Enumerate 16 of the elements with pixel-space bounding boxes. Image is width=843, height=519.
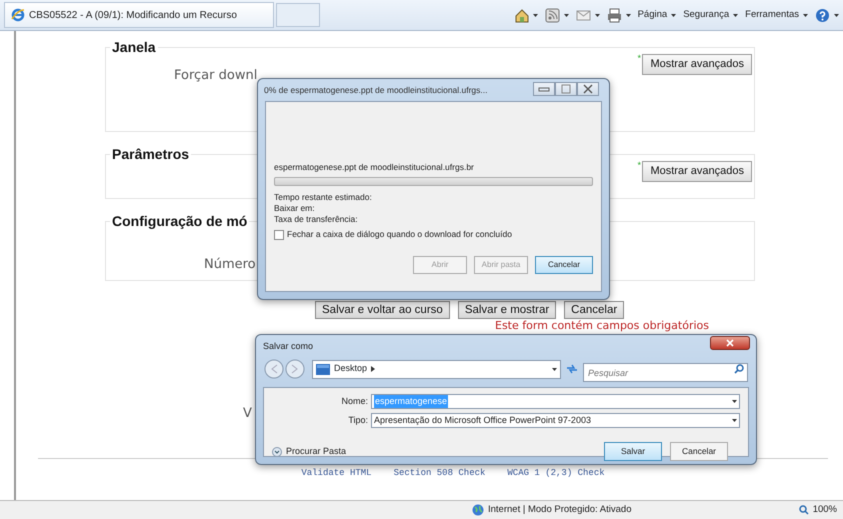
info-label: Baixar em:	[274, 203, 316, 214]
field-label: V	[243, 405, 252, 423]
required-mark: *	[637, 159, 641, 172]
required-mark: *	[637, 52, 641, 65]
required-note: Este form contém campos obrigatórios	[495, 320, 710, 332]
dialog-title: 0% de espermatogenese.ppt de moodleinstitucional.ufrgs...	[263, 84, 488, 97]
file-source: espermatogenese.ppt de moodleinstitucional.ufrgs.br	[274, 162, 475, 173]
field-label: Nome:	[340, 394, 368, 408]
field-label: Forçar downl	[174, 67, 258, 85]
dialog-title: Salvar como	[262, 340, 314, 353]
info-label: Taxa de transferência:	[274, 214, 359, 225]
checkbox-label: Fechar a caixa de diálogo quando o download for concluído	[287, 229, 512, 240]
field-label: Tipo:	[347, 414, 368, 427]
info-label: Tempo restante estimado:	[274, 192, 373, 203]
security-zone: Internet | Modo Protegido: Ativado	[488, 502, 632, 517]
field-label: Número	[204, 256, 256, 274]
